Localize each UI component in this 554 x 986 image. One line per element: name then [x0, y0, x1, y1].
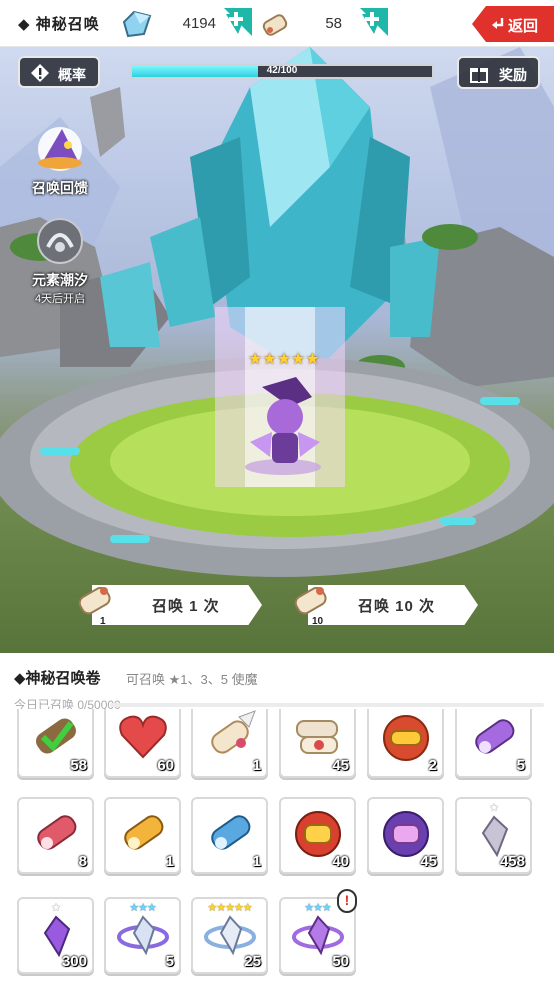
summon-scroll-icon [78, 586, 111, 615]
summon-feedback-button[interactable]: 召唤回馈 [22, 125, 98, 198]
scroll-grid: 58 60 1 45 2 5 8 1 1 40 45 ★ 458 ★ 300 ★… [0, 709, 554, 986]
item-count: 5 [516, 757, 525, 774]
scroll-item[interactable]: 58 [17, 709, 94, 778]
element-tide-label: 元素潮汐 [32, 272, 88, 288]
add-crystal-button[interactable] [224, 8, 252, 36]
summon-scene: 概率 42/100 奖励 召唤回馈 元素潮汐 4天后开启 ★★★★★ 召唤 1 … [0, 47, 554, 653]
reward-button[interactable]: 奖励 [457, 56, 540, 89]
summon-once-label: 召唤 1 次 [152, 598, 220, 615]
element-tide-button[interactable]: 元素潮汐 4天后开启 [20, 217, 100, 306]
scroll-item[interactable]: ★ 300 [17, 897, 94, 974]
item-count: 5 [165, 953, 174, 970]
back-label: 返回 [508, 18, 539, 35]
element-tide-icon [37, 218, 83, 264]
reward-label: 奖励 [499, 67, 527, 83]
new-item-alert-badge: ! [337, 889, 357, 913]
hero-rarity-stars: ★★★★★ [248, 351, 320, 368]
item-count: 60 [157, 757, 174, 774]
crystal-resource: 4194 [120, 8, 252, 40]
scroll-item[interactable]: ★★★ 5 [104, 897, 181, 974]
scroll-item[interactable]: 45 [279, 709, 356, 778]
scroll-item[interactable]: 5 [455, 709, 532, 778]
panel-hint: 可召唤 ★1、3、5 使魔 [126, 672, 258, 687]
return-arrow-icon [492, 18, 504, 29]
item-count: 58 [70, 757, 87, 774]
summon-scroll-panel: ◆神秘召唤卷 可召唤 ★1、3、5 使魔 今日已召唤 0/50000 58 60 [0, 653, 554, 986]
scroll-item[interactable]: 45 [367, 797, 444, 874]
rate-label: 概率 [58, 67, 86, 83]
scroll-item[interactable]: 1 [191, 709, 268, 778]
item-count: 1 [252, 757, 261, 774]
resource-bar: ◆ 神秘召唤 4194 58 返回 [0, 0, 554, 47]
summon-feedback-label: 召唤回馈 [32, 180, 88, 196]
scroll-item[interactable]: 2 [367, 709, 444, 778]
progress-text: 42/100 [266, 65, 298, 76]
element-tide-timer: 4天后开启 [34, 293, 86, 305]
scroll-item[interactable]: 60 [104, 709, 181, 778]
scroll-item[interactable]: ★ 458 [455, 797, 532, 874]
summon-ten-label: 召唤 10 次 [358, 598, 436, 615]
item-count: 300 [61, 953, 87, 970]
summon-screen: ◆ 神秘召唤 4194 58 返回 概率 42/100 奖励 召唤回馈 元素潮汐… [0, 0, 554, 986]
alert-icon [31, 64, 49, 82]
scroll-count: 58 [325, 15, 342, 32]
page-title: ◆ 神秘召唤 [18, 16, 100, 33]
summon-progress-bar: 42/100 [130, 64, 434, 79]
item-count: 1 [252, 853, 261, 870]
rate-button[interactable]: 概率 [18, 56, 100, 88]
panel-title: ◆神秘召唤卷 [14, 670, 101, 687]
item-count: 458 [499, 853, 525, 870]
scroll-item[interactable]: 1 [191, 797, 268, 874]
summon-once-cost: 1 [100, 616, 106, 627]
back-button[interactable]: 返回 [472, 6, 554, 42]
item-count: 25 [244, 953, 261, 970]
panel-divider [110, 703, 544, 707]
item-count: 45 [332, 757, 349, 774]
item-count: 45 [420, 853, 437, 870]
crystal-icon [122, 10, 152, 38]
item-count: 1 [165, 853, 174, 870]
item-count: 40 [332, 853, 349, 870]
scroll-item[interactable]: 40 [279, 797, 356, 874]
scroll-resource: 58 [258, 8, 388, 40]
add-scroll-button[interactable] [360, 8, 388, 36]
crystal-count: 4194 [182, 15, 216, 32]
wizard-hat-icon [38, 127, 82, 171]
item-count: 50 [332, 953, 349, 970]
item-count: 2 [428, 757, 437, 774]
scroll-item[interactable]: 8 [17, 797, 94, 874]
item-count: 8 [78, 853, 87, 870]
summon-ten-cost: 10 [312, 616, 324, 627]
scroll-item[interactable]: ★★★★★ 25 [191, 897, 268, 974]
gift-icon [470, 68, 488, 83]
scroll-item[interactable]: 1 [104, 797, 181, 874]
